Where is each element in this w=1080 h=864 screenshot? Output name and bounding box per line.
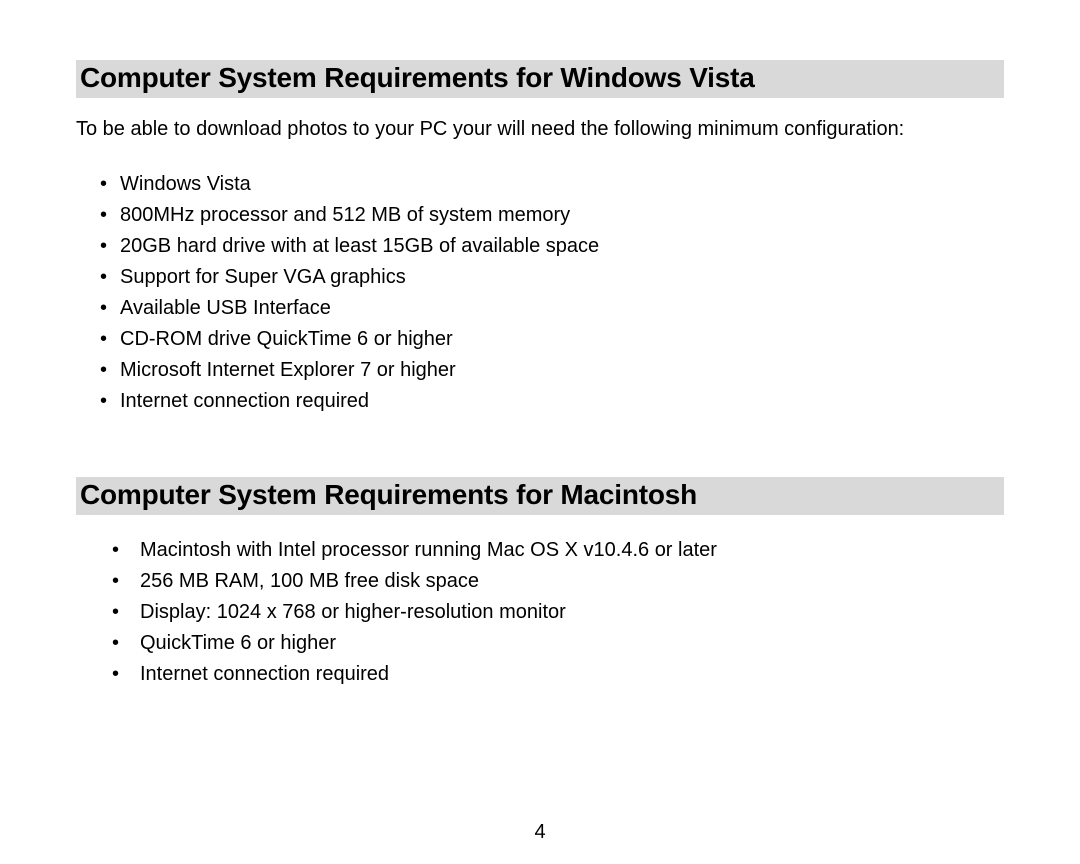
list-item: CD-ROM drive QuickTime 6 or higher — [100, 324, 1004, 355]
macintosh-requirements-section: Computer System Requirements for Macinto… — [76, 477, 1004, 690]
list-item: Macintosh with Intel processor running M… — [112, 535, 1004, 566]
list-item: Internet connection required — [112, 659, 1004, 690]
list-item: QuickTime 6 or higher — [112, 628, 1004, 659]
macintosh-requirements-list: Macintosh with Intel processor running M… — [76, 535, 1004, 690]
list-item: Support for Super VGA graphics — [100, 262, 1004, 293]
list-item: 256 MB RAM, 100 MB free disk space — [112, 566, 1004, 597]
section-heading-windows: Computer System Requirements for Windows… — [76, 60, 1004, 98]
list-item: Internet connection required — [100, 386, 1004, 417]
windows-requirements-list: Windows Vista 800MHz processor and 512 M… — [76, 169, 1004, 417]
list-item: Display: 1024 x 768 or higher-resolution… — [112, 597, 1004, 628]
windows-requirements-section: Computer System Requirements for Windows… — [76, 60, 1004, 417]
list-item: Available USB Interface — [100, 293, 1004, 324]
windows-intro-text: To be able to download photos to your PC… — [76, 118, 1004, 141]
page-number: 4 — [0, 821, 1080, 844]
list-item: Windows Vista — [100, 169, 1004, 200]
list-item: 20GB hard drive with at least 15GB of av… — [100, 231, 1004, 262]
section-heading-macintosh: Computer System Requirements for Macinto… — [76, 477, 1004, 515]
list-item: Microsoft Internet Explorer 7 or higher — [100, 355, 1004, 386]
list-item: 800MHz processor and 512 MB of system me… — [100, 200, 1004, 231]
